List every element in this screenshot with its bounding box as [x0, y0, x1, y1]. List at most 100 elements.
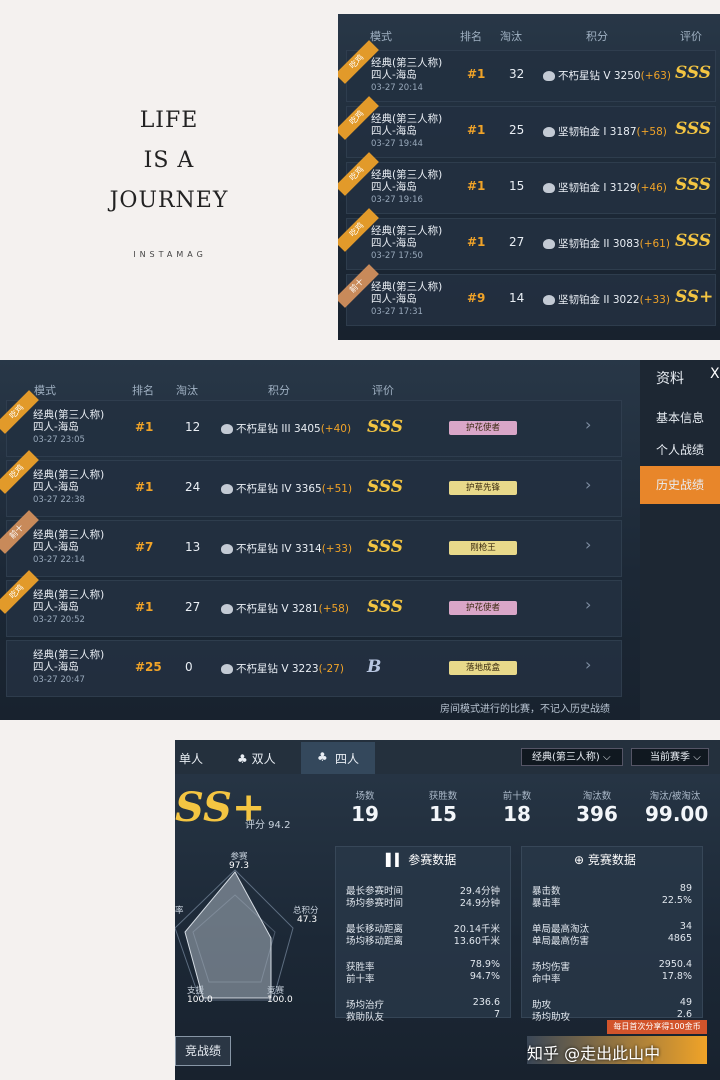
match-rank: #25: [135, 660, 162, 674]
chevron-right-icon[interactable]: ›: [585, 655, 591, 674]
watermark: 知乎 @走出此山中: [527, 1044, 661, 1063]
tab-solo[interactable]: 单人: [179, 750, 203, 767]
history-row[interactable]: 吃鸡 经典(第三人称) 四人-海岛 03-27 19:16 #1 15 坚韧铂金 I 312…: [338, 152, 716, 214]
mode-select-value: 经典(第三人称): [532, 752, 600, 763]
radar-left-label: 率: [175, 906, 184, 916]
season-select[interactable]: 当前赛季 ⌵: [631, 748, 709, 766]
life-line-3: JOURNEY: [109, 188, 229, 213]
mode-select[interactable]: 经典(第三人称) ⌵: [521, 748, 623, 766]
history-row[interactable]: 前十 经典(第三人称) 四人-海岛 03-27 17:31 #9 14 坚韧铂金 II 30…: [338, 264, 716, 326]
score-text: 不朽星钻 IV 3314: [236, 543, 322, 555]
header-rank: 排名: [132, 384, 154, 397]
match-grade: SS+: [675, 287, 714, 307]
match-grade: SSS: [675, 63, 712, 83]
chevron-right-icon[interactable]: ›: [585, 475, 591, 494]
stat-row-value: 49: [679, 997, 692, 1008]
score-delta: (+58): [636, 126, 667, 138]
header-kills: 淘汰: [500, 30, 522, 43]
chevron-down-icon: ⌵: [603, 752, 611, 763]
history-panel-middle: 模式 排名 淘汰 积分 评价 吃鸡 经典(第三人称) 四人-海岛 03-27 23:0…: [0, 360, 720, 720]
mode-name: 经典(第三人称): [371, 113, 443, 125]
title-badge: 护花使者: [449, 601, 517, 615]
side-item-personal-record[interactable]: 个人战绩: [640, 432, 720, 468]
match-kills: 14: [509, 291, 525, 305]
match-grade: SSS: [367, 597, 404, 617]
rank-tier-icon: [221, 544, 233, 554]
stat-row-label: 救助队友: [346, 1012, 385, 1023]
chevron-down-icon: ⌵: [693, 752, 701, 763]
match-grade: SSS: [675, 119, 712, 139]
history-button[interactable]: 竞战绩: [175, 1036, 231, 1066]
chevron-right-icon[interactable]: ›: [585, 535, 591, 554]
stat-row-value: 4865: [667, 933, 692, 944]
history-row[interactable]: 前十 经典(第三人称) 四人-海岛 03-27 22:14 #7 13 不朽星钻 IV 33…: [0, 510, 622, 577]
stat-value: 15: [429, 802, 457, 826]
match-date: 03-27 22:14: [33, 555, 85, 565]
map-name: 四人-海岛: [33, 421, 79, 433]
life-line-2: IS A: [143, 148, 195, 173]
header-mode: 模式: [34, 384, 56, 397]
map-name: 四人-海岛: [33, 481, 79, 493]
header-kills: 淘汰: [176, 384, 198, 397]
stat-row-label: 前十率: [346, 974, 375, 985]
stat-row-value: 7: [493, 1009, 500, 1020]
close-icon[interactable]: X: [710, 366, 720, 382]
match-date: 03-27 17:31: [371, 307, 423, 317]
history-row[interactable]: 吃鸡 经典(第三人称) 四人-海岛 03-27 19:44 #1 25 坚韧铂金 I 318…: [338, 96, 716, 158]
combat-box: ⊕ 竞赛数据 暴击数 89 暴击率 22.5% 单局最高淘汰 34 单局最高伤害 4865 场均…: [521, 846, 703, 1023]
header-score: 积分: [586, 30, 608, 43]
stat-value: 99.00: [645, 802, 709, 826]
rank-tier-icon: [543, 183, 555, 193]
match-rank: #1: [135, 480, 154, 494]
stat-row-label: 命中率: [532, 974, 561, 985]
header-rating: 评价: [680, 30, 702, 43]
title-badge: 刚枪王: [449, 541, 517, 555]
stats-panel: 单人 ♣ 双人 ♣ 四人 经典(第三人称) ⌵ 当前赛季 ⌵ SS+ 评分 94…: [175, 740, 720, 1080]
score-delta: (+51): [321, 483, 353, 495]
rank-tier-icon: [221, 604, 233, 614]
match-date: 03-27 19:16: [371, 195, 423, 205]
participation-box: ▌▍ 参赛数据 最长参赛时间 29.4分钟 场均参赛时间 24.9分钟 最长移动距离 20…: [335, 846, 511, 1023]
rank-tier-icon: [221, 664, 233, 674]
match-date: 03-27 22:38: [33, 495, 85, 505]
tab-squad[interactable]: ♣ 四人: [301, 742, 375, 774]
match-grade: SSS: [367, 417, 404, 437]
match-rank: #1: [467, 235, 486, 249]
score-delta: (+33): [321, 543, 353, 555]
side-item-basic-info[interactable]: 基本信息: [640, 400, 720, 436]
match-kills: 32: [509, 67, 525, 81]
match-score: 不朽星钻 III 3405(+40): [221, 421, 351, 436]
chevron-right-icon[interactable]: ›: [585, 415, 591, 434]
stat-label: 场数: [355, 791, 375, 802]
match-grade: B: [367, 657, 382, 677]
tab-duo[interactable]: ♣ 双人: [237, 750, 276, 767]
mode-name: 经典(第三人称): [371, 225, 443, 237]
history-row[interactable]: 吃鸡 经典(第三人称) 四人-海岛 03-27 17:50 #1 27 坚韧铂金 II 30…: [338, 208, 716, 270]
history-row[interactable]: 吃鸡 经典(第三人称) 四人-海岛 03-27 22:38 #1 24 不朽星钻 IV 33…: [0, 450, 622, 517]
match-grade: SSS: [367, 477, 404, 497]
mode-name: 经典(第三人称): [33, 649, 105, 661]
score-text: 不朽星钻 V 3281: [236, 603, 319, 615]
score-text: 不朽星钻 III 3405: [236, 423, 321, 435]
match-rank: #7: [135, 540, 154, 554]
match-kills: 27: [185, 600, 201, 614]
history-row[interactable]: 吃鸡 经典(第三人称) 四人-海岛 03-27 20:14 #1 32 不朽星钻 V 325…: [338, 40, 716, 102]
chevron-right-icon[interactable]: ›: [585, 595, 591, 614]
stat-row-value: 22.5%: [661, 895, 692, 906]
stat-row-value: 24.9分钟: [459, 898, 500, 909]
side-item-history[interactable]: 历史战绩: [640, 466, 720, 504]
map-name: 四人-海岛: [33, 601, 79, 613]
score-text: 坚韧铂金 I 3129: [558, 182, 637, 194]
rank-tier-icon: [221, 424, 233, 434]
match-date: 03-27 17:50: [371, 251, 423, 261]
score-text: 坚韧铂金 II 3022: [558, 294, 640, 306]
stat-value: 18: [503, 802, 531, 826]
stat-label: 获胜数: [428, 791, 458, 802]
radar-support-value: 100.0: [187, 995, 213, 1005]
score-delta: (+61): [639, 238, 670, 250]
combat-title-text: 竞赛数据: [587, 853, 636, 867]
history-row[interactable]: 经典(第三人称) 四人-海岛 03-27 20:47 #25 0 不朽星钻 V 3223(…: [6, 640, 622, 697]
history-row[interactable]: 吃鸡 经典(第三人称) 四人-海岛 03-27 20:52 #1 27 不朽星钻 V 328…: [0, 570, 622, 637]
history-row[interactable]: 吃鸡 经典(第三人称) 四人-海岛 03-27 23:05 #1 12 不朽星钻 III 3…: [0, 390, 622, 457]
mode-name: 经典(第三人称): [371, 281, 443, 293]
